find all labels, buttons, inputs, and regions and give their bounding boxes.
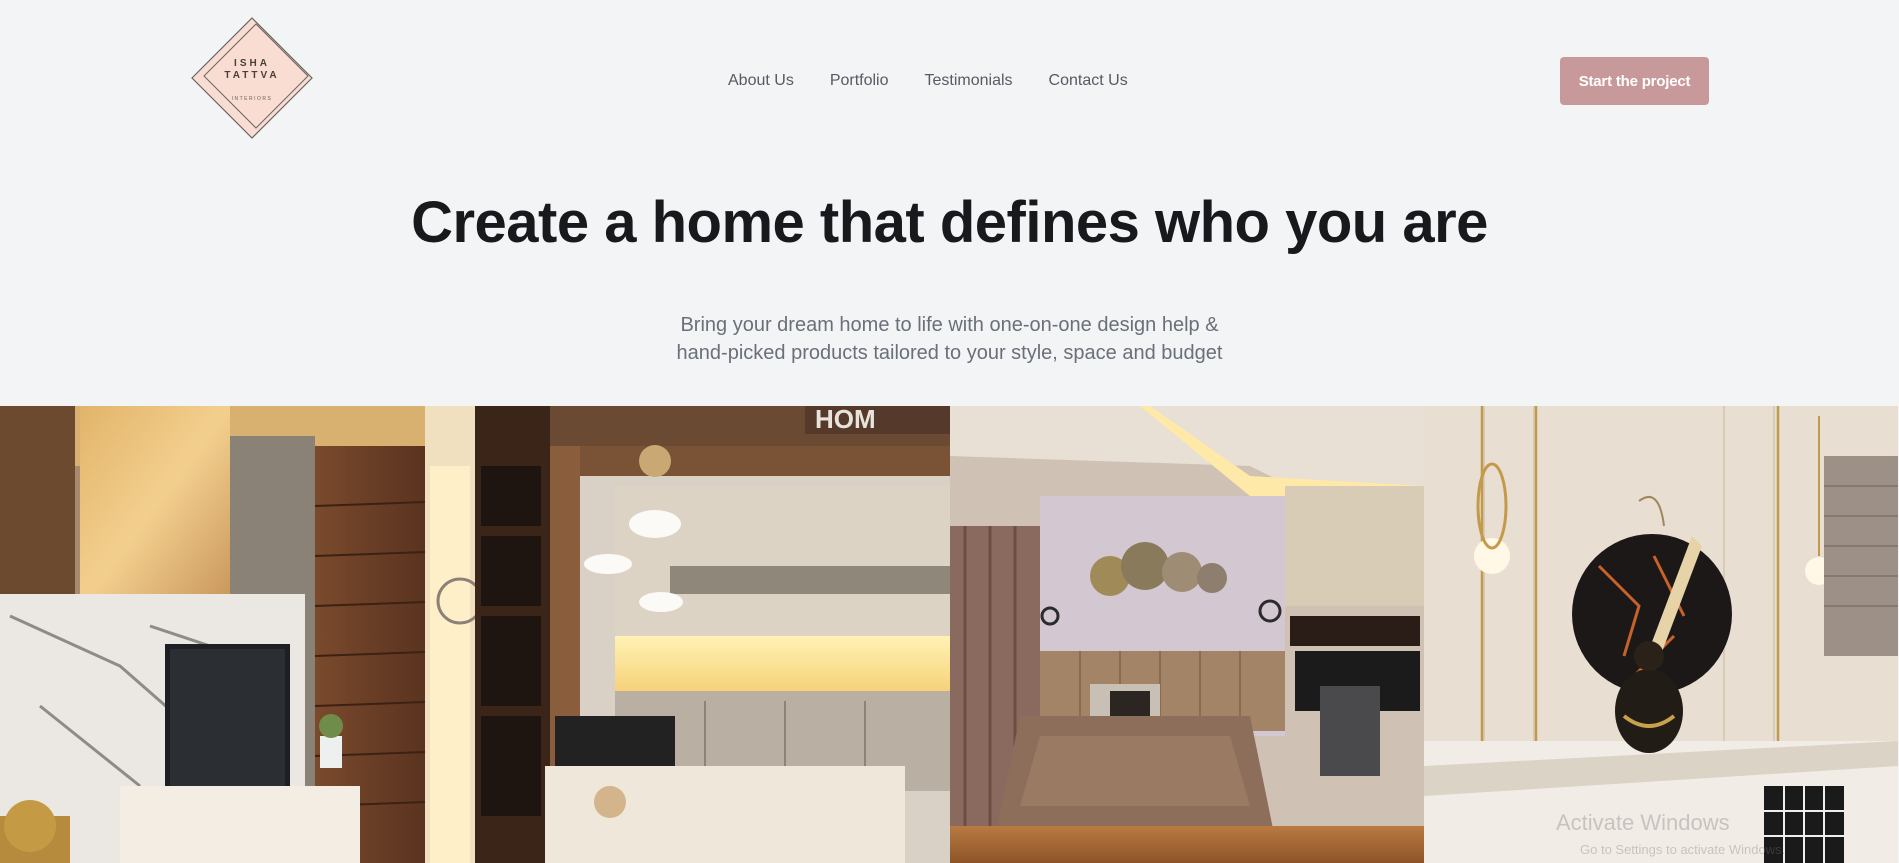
logo-subtext: INTERIORS (231, 96, 273, 102)
nav-testimonials[interactable]: Testimonials (925, 70, 1013, 92)
hero-subtitle: Bring your dream home to life with one-o… (0, 311, 1899, 367)
kitchen-image: HOM (474, 406, 950, 863)
main-nav: About Us Portfolio Testimonials Contact … (728, 70, 1164, 92)
hero-subtitle-line2: hand-picked products tailored to your st… (676, 342, 1223, 364)
nav-portfolio[interactable]: Portfolio (830, 70, 889, 92)
nav-about-us[interactable]: About Us (728, 70, 794, 92)
brand-logo[interactable]: ISHA TATTVA INTERIORS (190, 16, 314, 140)
logo-text-line2: TATTVA (224, 70, 280, 81)
logo-text-line1: ISHA (234, 58, 270, 69)
site-header: ISHA TATTVA INTERIORS About Us Portfolio… (0, 0, 1899, 160)
activate-windows-watermark-sub: Go to Settings to activate Windows. (1580, 842, 1786, 857)
svg-text:HOM: HOM (815, 406, 876, 434)
interior-gallery: HOM (0, 406, 1899, 863)
nav-contact-us[interactable]: Contact Us (1049, 70, 1128, 92)
hero-subtitle-line1: Bring your dream home to life with one-o… (680, 314, 1219, 336)
bedroom-image (949, 406, 1425, 863)
hero-title: Create a home that defines who you are (411, 190, 1488, 255)
foyer-mirror-image (1424, 406, 1899, 863)
activate-windows-watermark: Activate Windows (1556, 810, 1730, 835)
living-room-tv-unit-image (0, 406, 475, 863)
start-project-button[interactable]: Start the project (1560, 57, 1709, 105)
